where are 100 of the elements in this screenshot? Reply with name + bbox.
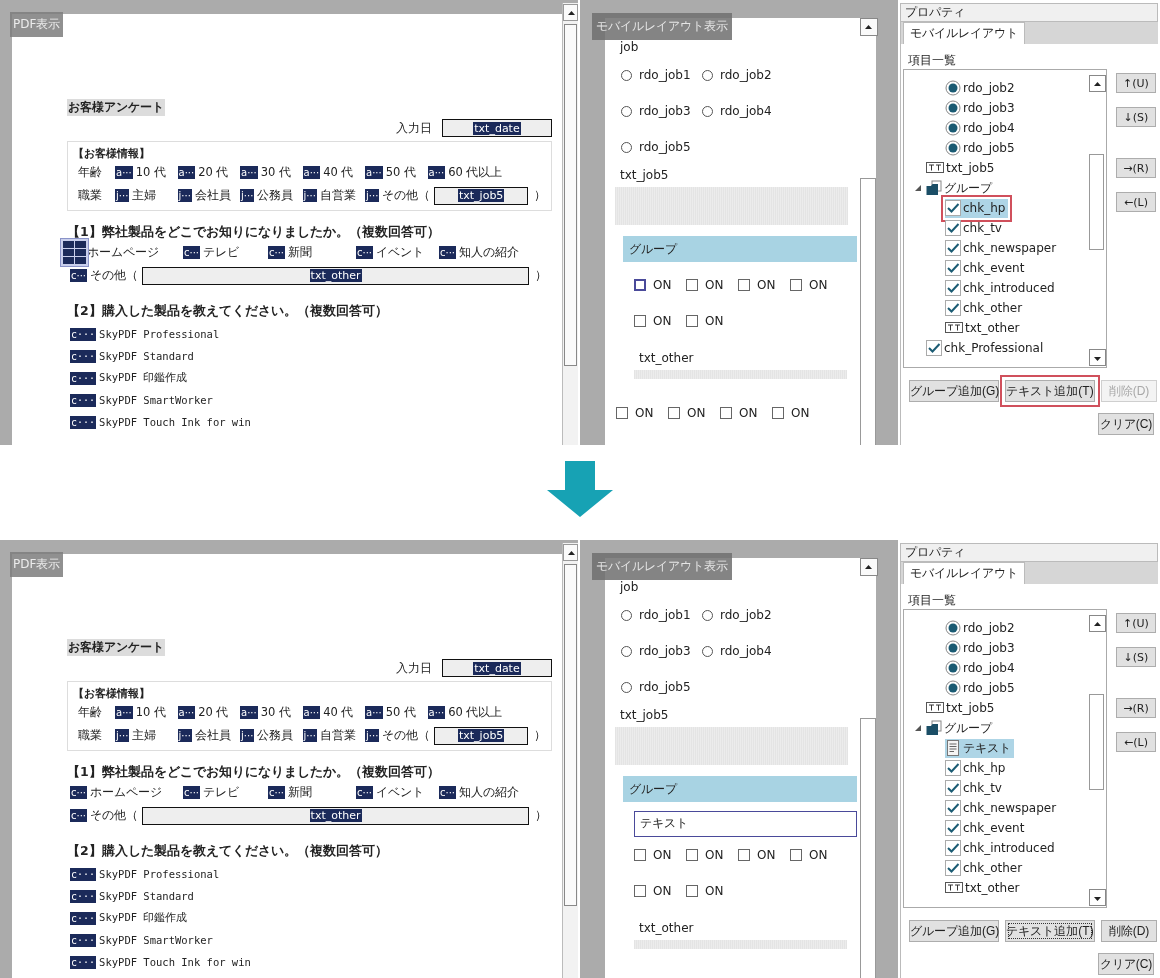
field-marker[interactable]: c··· bbox=[268, 786, 286, 799]
field-marker[interactable]: c··· bbox=[70, 867, 97, 881]
checkbox[interactable] bbox=[634, 885, 646, 897]
input-field[interactable] bbox=[634, 940, 847, 949]
tree-item[interactable]: rdo_job2 bbox=[945, 618, 1018, 638]
radio-button[interactable] bbox=[702, 645, 713, 657]
action-button[interactable]: クリア(C) bbox=[1098, 413, 1154, 435]
action-button[interactable]: 削除(D) bbox=[1101, 920, 1157, 942]
field-marker[interactable]: c··· bbox=[70, 349, 97, 363]
checkbox[interactable] bbox=[772, 407, 784, 419]
checkbox[interactable] bbox=[686, 279, 698, 291]
field-marker[interactable]: c··· bbox=[439, 246, 457, 259]
field-marker[interactable]: j··· bbox=[115, 729, 130, 742]
field-marker[interactable]: a··· bbox=[240, 166, 258, 179]
field-marker[interactable]: a··· bbox=[177, 706, 196, 719]
checkbox[interactable] bbox=[738, 279, 750, 291]
field-marker[interactable]: j··· bbox=[302, 189, 317, 202]
field-marker[interactable]: c··· bbox=[70, 371, 97, 385]
radio-button[interactable] bbox=[702, 609, 713, 621]
scrollbar-thumb[interactable] bbox=[564, 24, 577, 366]
radio-button[interactable] bbox=[621, 69, 632, 81]
move-button[interactable]: ←(L) bbox=[1116, 192, 1156, 212]
radio-button[interactable] bbox=[621, 645, 632, 657]
scroll-up-button[interactable] bbox=[1089, 75, 1106, 92]
move-button[interactable]: ↓(S) bbox=[1116, 647, 1156, 667]
scrollbar-thumb[interactable] bbox=[564, 564, 577, 906]
field-marker[interactable]: c··· bbox=[70, 327, 97, 341]
tree-item[interactable]: txt_job5 bbox=[926, 698, 998, 718]
tree-item[interactable]: グループ bbox=[926, 718, 995, 738]
field-marker[interactable]: c··· bbox=[356, 246, 374, 259]
field-marker[interactable]: a··· bbox=[240, 706, 258, 719]
checkbox[interactable] bbox=[616, 407, 628, 419]
action-button[interactable]: テキスト追加(T) bbox=[1005, 380, 1095, 402]
field-marker[interactable]: c··· bbox=[356, 786, 374, 799]
field-marker[interactable]: a··· bbox=[115, 706, 133, 719]
checkbox[interactable] bbox=[720, 407, 732, 419]
field-marker[interactable]: a··· bbox=[365, 706, 383, 719]
tree-item[interactable]: chk_tv bbox=[945, 218, 1005, 238]
scroll-up-button[interactable] bbox=[860, 18, 878, 36]
field-marker[interactable]: a··· bbox=[427, 166, 446, 179]
checkbox[interactable] bbox=[668, 407, 680, 419]
move-button[interactable]: →(R) bbox=[1116, 698, 1156, 718]
tree-item[interactable]: chk_event bbox=[945, 258, 1028, 278]
checkbox[interactable] bbox=[634, 315, 646, 327]
tab[interactable]: モバイルレイアウト bbox=[903, 562, 1025, 584]
scrollbar-thumb[interactable] bbox=[1089, 154, 1104, 250]
field-marker[interactable]: c··· bbox=[439, 786, 457, 799]
tree-item[interactable]: chk_other bbox=[945, 298, 1026, 318]
field-marker[interactable]: c··· bbox=[70, 955, 97, 969]
text-input-field[interactable]: テキスト bbox=[634, 811, 857, 837]
radio-button[interactable] bbox=[702, 69, 713, 81]
checkbox[interactable] bbox=[790, 279, 802, 291]
action-button[interactable]: グループ追加(G) bbox=[909, 380, 999, 402]
tree-item[interactable]: rdo_job2 bbox=[945, 78, 1018, 98]
tree-item[interactable]: グループ bbox=[926, 178, 995, 198]
field-marker[interactable]: a··· bbox=[427, 706, 446, 719]
tree-item[interactable]: txt_other bbox=[945, 318, 1023, 338]
scroll-up-button[interactable] bbox=[1089, 615, 1106, 632]
scroll-up-button[interactable] bbox=[563, 4, 578, 21]
radio-button[interactable] bbox=[702, 105, 713, 117]
tree-item[interactable]: txt_other bbox=[945, 878, 1023, 898]
tree-item[interactable]: rdo_job4 bbox=[945, 658, 1018, 678]
tree-item[interactable]: chk_hp bbox=[945, 758, 1009, 778]
field-marker[interactable]: c··· bbox=[183, 786, 201, 799]
field-marker[interactable]: a··· bbox=[115, 166, 133, 179]
field-marker[interactable]: a··· bbox=[302, 166, 321, 179]
field-marker[interactable]: j··· bbox=[240, 729, 255, 742]
text-field[interactable]: txt_job5 bbox=[434, 726, 528, 745]
field-marker[interactable]: c··· bbox=[70, 415, 97, 429]
field-marker[interactable]: j··· bbox=[115, 189, 130, 202]
field-marker[interactable]: c··· bbox=[183, 246, 201, 259]
field-marker[interactable]: j··· bbox=[302, 729, 317, 742]
field-marker[interactable]: c··· bbox=[70, 889, 97, 903]
field-marker[interactable]: j··· bbox=[365, 729, 380, 742]
tree-item[interactable]: chk_event bbox=[945, 818, 1028, 838]
radio-button[interactable] bbox=[621, 609, 632, 621]
field-marker[interactable]: c··· bbox=[70, 786, 88, 799]
move-button[interactable]: ↑(U) bbox=[1116, 73, 1156, 93]
tree-item[interactable]: rdo_job5 bbox=[945, 678, 1018, 698]
tree-item[interactable]: txt_job5 bbox=[926, 158, 998, 178]
field-marker[interactable]: c··· bbox=[268, 246, 286, 259]
scroll-up-button[interactable] bbox=[563, 544, 578, 561]
checkbox[interactable] bbox=[686, 315, 698, 327]
tree-item[interactable]: chk_newspaper bbox=[945, 238, 1060, 258]
input-field[interactable] bbox=[634, 370, 847, 379]
scrollbar-thumb[interactable] bbox=[1089, 694, 1104, 790]
field-marker[interactable]: a··· bbox=[302, 706, 321, 719]
tree-item[interactable]: rdo_job3 bbox=[945, 638, 1018, 658]
field-marker[interactable]: a··· bbox=[365, 166, 383, 179]
tree-item[interactable]: rdo_job5 bbox=[945, 138, 1018, 158]
scrollbar-thumb[interactable] bbox=[860, 178, 876, 445]
text-field[interactable]: txt_job5 bbox=[434, 186, 528, 205]
tree-item[interactable]: chk_other bbox=[945, 858, 1026, 878]
tree-item[interactable]: chk_Professional bbox=[926, 338, 1047, 358]
scrollbar-thumb[interactable] bbox=[860, 718, 876, 978]
action-button[interactable]: グループ追加(G) bbox=[909, 920, 999, 942]
tree-item[interactable]: chk_tv bbox=[945, 778, 1005, 798]
scroll-down-button[interactable] bbox=[1089, 889, 1106, 906]
move-button[interactable]: ←(L) bbox=[1116, 732, 1156, 752]
radio-button[interactable] bbox=[621, 105, 632, 117]
